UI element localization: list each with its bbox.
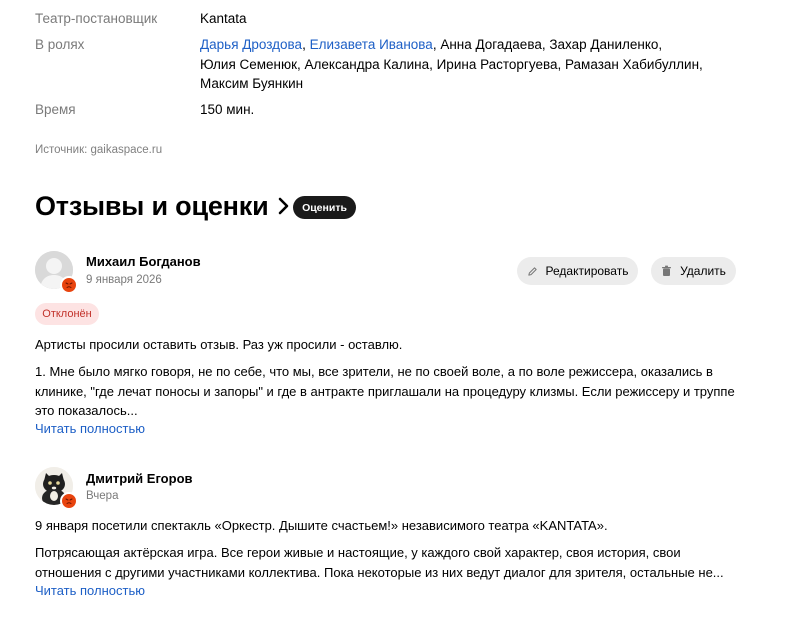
reviews-title-text: Отзывы и оценки [35, 191, 269, 221]
review-date: Вчера [86, 490, 119, 502]
review-text-line: это показалось... [35, 403, 138, 418]
theatre-label: Театр-постановщик [35, 11, 158, 26]
reviews-section-title[interactable]: Отзывы и оценки [35, 188, 295, 224]
page: Театр-постановщик Kantata В ролях Дарья … [0, 0, 800, 621]
cast-names-line1: , Анна Догадаева, Захар Даниленко, [432, 37, 663, 52]
edit-review-button[interactable]: Редактировать [517, 257, 638, 285]
theatre-value: Kantata [200, 11, 247, 26]
review-author-name[interactable]: Дмитрий Егоров [86, 471, 193, 486]
pencil-icon [527, 266, 537, 276]
cast-names-line3: Максим Буянкин [200, 76, 304, 91]
angry-face-icon [60, 492, 78, 510]
cast-list: Дарья Дроздова, Елизавета Иванова, Анна … [200, 35, 720, 94]
review-paragraph: 9 января посетили спектакль «Оркестр. Ды… [35, 518, 608, 533]
cast-link-darya-drozdova[interactable]: Дарья Дроздова [200, 37, 302, 52]
cast-label: В ролях [35, 37, 85, 52]
review-paragraph: 1. Мне было мягко говоря, не по себе, чт… [35, 362, 735, 421]
edit-review-label: Редактировать [545, 264, 629, 278]
delete-review-button[interactable]: Удалить [651, 257, 736, 285]
angry-face-icon [60, 276, 78, 294]
read-more-link[interactable]: Читать полностью [35, 421, 145, 436]
chevron-right-icon[interactable] [273, 191, 295, 221]
review-text-line: отношения с другими участниками коллекти… [35, 564, 724, 580]
review-date: 9 января 2026 [86, 274, 162, 286]
rate-button[interactable]: Оценить [293, 196, 356, 219]
review-text-line: клинике, "где лечат поносы и запоры" и г… [35, 383, 735, 399]
cast-separator: , [302, 37, 310, 52]
time-label: Время [35, 102, 76, 117]
cast-names-line2: Юлия Семенюк, Александра Калина, Ирина Р… [200, 56, 703, 72]
source-note: Источник: gaikaspace.ru [35, 144, 163, 156]
status-badge: Отклонён [35, 303, 99, 325]
time-value: 150 мин. [200, 102, 255, 117]
review-text-line: 1. Мне было мягко говоря, не по себе, чт… [35, 364, 713, 379]
delete-review-label: Удалить [680, 264, 726, 278]
read-more-link[interactable]: Читать полностью [35, 583, 145, 598]
cast-link-elizaveta-ivanova[interactable]: Елизавета Иванова [310, 37, 433, 52]
review-author-name[interactable]: Михаил Богданов [86, 254, 201, 269]
review-paragraph: Артисты просили оставить отзыв. Раз уж п… [35, 337, 403, 352]
trash-icon [662, 265, 672, 276]
review-paragraph: Потрясающая актёрская игра. Все герои жи… [35, 543, 735, 582]
review-text-line: Потрясающая актёрская игра. Все герои жи… [35, 545, 681, 560]
